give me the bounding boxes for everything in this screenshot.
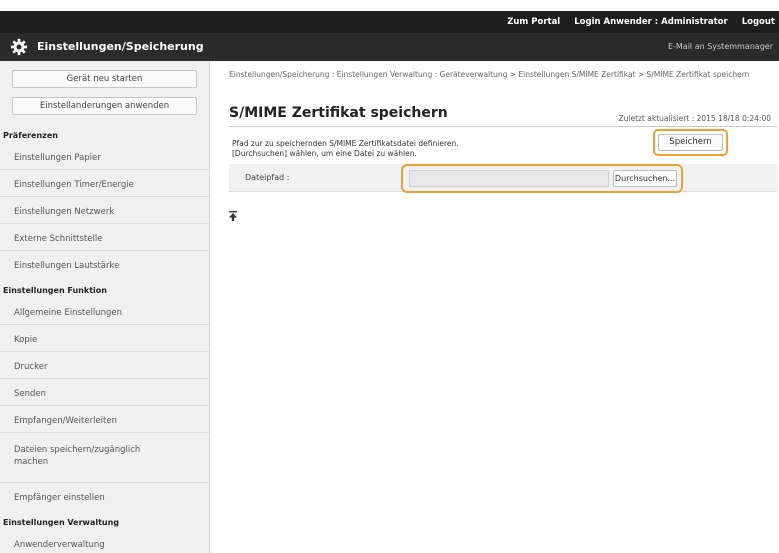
divider xyxy=(0,351,209,352)
divider xyxy=(0,405,209,406)
top-nav-links: Zum Portal Login Anwender : Administrato… xyxy=(507,11,775,33)
sidebar-item-store-access-files[interactable]: Dateien speichern/zugänglich machen xyxy=(14,444,164,468)
apply-changes-button[interactable]: Einstellanderungen anwenden xyxy=(12,97,197,115)
sidebar-item-copy[interactable]: Kopie xyxy=(14,335,37,345)
sidebar: Gerät neu starten Einstellanderungen anw… xyxy=(0,61,210,553)
title-bar: Einstellungen/Speicherung E-Mail an Syst… xyxy=(0,33,779,61)
title-divider xyxy=(229,126,777,127)
gear-icon xyxy=(10,38,28,56)
save-highlight: Speichern xyxy=(653,129,728,156)
sidebar-item-printer[interactable]: Drucker xyxy=(14,362,47,372)
sidebar-section-function: Einstellungen Funktion xyxy=(3,286,107,295)
page-title: S/MIME Zertifikat speichern xyxy=(229,105,448,121)
file-path-input[interactable] xyxy=(409,170,609,187)
description: Pfad zur zu speichernden S/MIME Zertifik… xyxy=(232,139,459,159)
divider xyxy=(0,378,209,379)
sidebar-item-timer-energy[interactable]: Einstellungen Timer/Energie xyxy=(14,180,134,190)
logout-link[interactable]: Logout xyxy=(742,17,775,27)
sidebar-item-paper[interactable]: Einstellungen Papier xyxy=(14,153,101,163)
main-content: Einstellungen/Speicherung : Einstellunge… xyxy=(211,61,779,553)
file-path-label: Dateipfad : xyxy=(245,173,290,182)
divider xyxy=(0,169,209,170)
sidebar-item-receive-forward[interactable]: Empfangen/Weiterleiten xyxy=(14,416,117,426)
sidebar-item-user-management[interactable]: Anwenderverwaltung xyxy=(14,540,105,550)
sidebar-item-general[interactable]: Allgemeine Einstellungen xyxy=(14,308,122,318)
sidebar-section-management: Einstellungen Verwaltung xyxy=(3,518,120,527)
sidebar-item-network[interactable]: Einstellungen Netzwerk xyxy=(14,207,114,217)
divider xyxy=(0,223,209,224)
divider xyxy=(0,196,209,197)
sidebar-section-preferences: Präferenzen xyxy=(3,131,58,140)
mail-system-manager-link[interactable]: E-Mail an Systemmanager xyxy=(668,42,773,51)
sidebar-item-set-destination[interactable]: Empfänger einstellen xyxy=(14,493,105,503)
divider xyxy=(0,482,209,483)
divider xyxy=(0,324,209,325)
sidebar-item-send[interactable]: Senden xyxy=(14,389,46,399)
browse-button[interactable]: Durchsuchen... xyxy=(613,170,677,187)
scroll-top-icon[interactable] xyxy=(229,211,237,221)
save-button[interactable]: Speichern xyxy=(658,134,723,151)
description-line-1: Pfad zur zu speichernden S/MIME Zertifik… xyxy=(232,139,459,148)
app-title: Einstellungen/Speicherung xyxy=(37,40,204,53)
description-line-2: [Durchsuchen] wählen, um eine Datei zu w… xyxy=(232,149,417,158)
sidebar-item-volume[interactable]: Einstellungen Lautstärke xyxy=(14,261,119,271)
sidebar-item-external-interface[interactable]: Externe Schnittstelle xyxy=(14,234,102,244)
file-path-highlight: Durchsuchen... xyxy=(401,164,683,193)
login-user-label: Login Anwender : Administrator xyxy=(574,17,728,27)
divider xyxy=(0,250,209,251)
portal-link[interactable]: Zum Portal xyxy=(507,17,560,27)
restart-device-button[interactable]: Gerät neu starten xyxy=(12,70,197,88)
divider xyxy=(0,432,209,433)
last-updated-label: Zuletzt aktualisiert : 2015 18/18 0:24:0… xyxy=(618,114,772,123)
breadcrumb: Einstellungen/Speicherung : Einstellunge… xyxy=(229,70,750,79)
